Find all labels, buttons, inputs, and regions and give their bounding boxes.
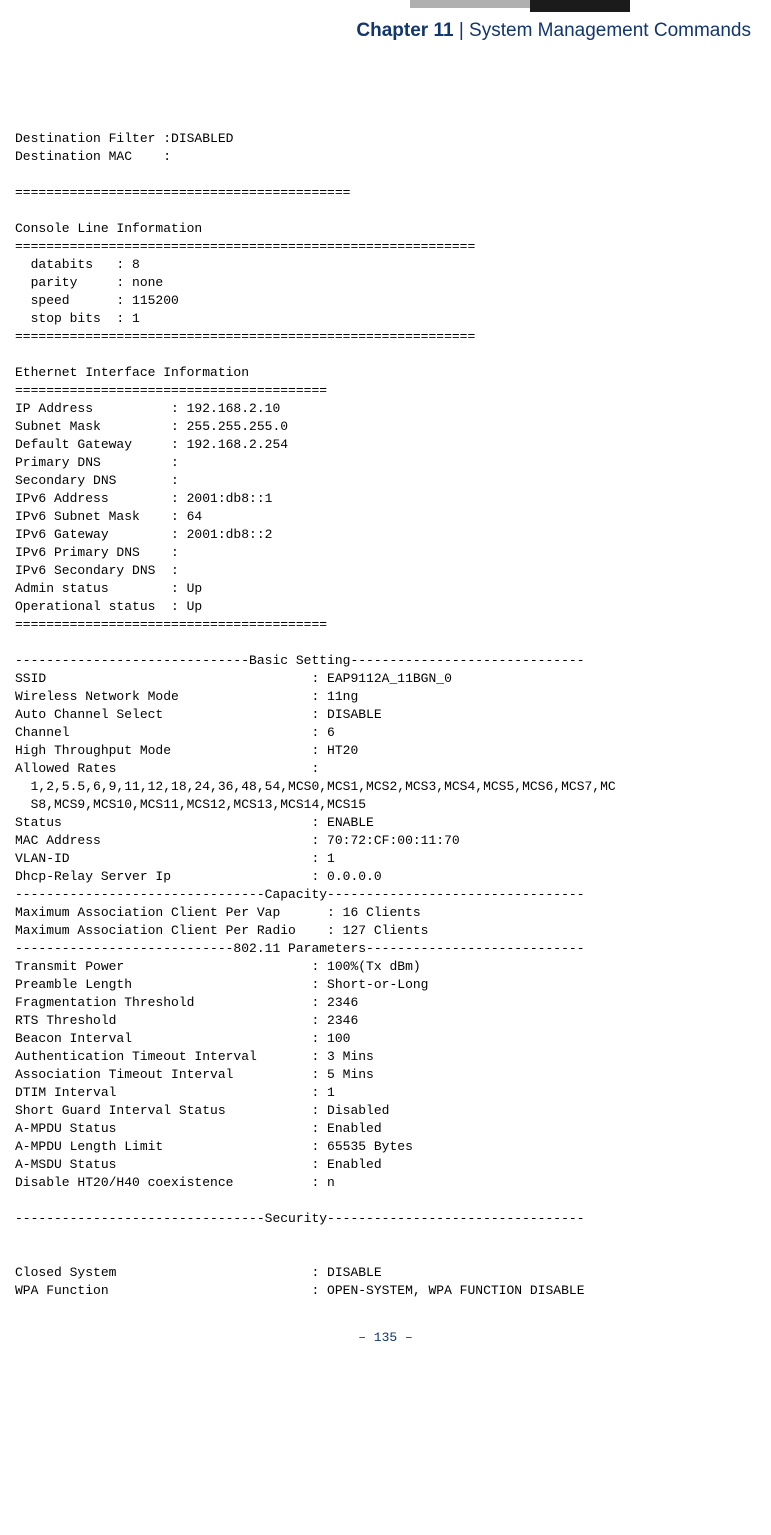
header-divider: | <box>454 20 470 41</box>
console-line: stop bits : 1 <box>15 311 140 326</box>
console-line: VLAN-ID : 1 <box>15 851 335 866</box>
console-line: RTS Threshold : 2346 <box>15 1013 358 1028</box>
console-line: High Throughput Mode : HT20 <box>15 743 358 758</box>
console-line: IP Address : 192.168.2.10 <box>15 401 280 416</box>
console-line: Subnet Mask : 255.255.255.0 <box>15 419 288 434</box>
console-line: IPv6 Subnet Mask : 64 <box>15 509 202 524</box>
console-line: Status : ENABLE <box>15 815 374 830</box>
console-line: Destination Filter :DISABLED <box>15 131 233 146</box>
console-line: A-MSDU Status : Enabled <box>15 1157 382 1172</box>
console-line: SSID : EAP9112A_11BGN_0 <box>15 671 452 686</box>
console-line: Beacon Interval : 100 <box>15 1031 350 1046</box>
top-gray-bar <box>410 0 530 8</box>
console-line: --------------------------------Capacity… <box>15 887 585 902</box>
console-line: Dhcp-Relay Server Ip : 0.0.0.0 <box>15 869 382 884</box>
console-line: Destination MAC : <box>15 149 171 164</box>
console-line: ----------------------------802.11 Param… <box>15 941 585 956</box>
console-line: Default Gateway : 192.168.2.254 <box>15 437 288 452</box>
chapter-number: Chapter 11 <box>356 20 453 41</box>
console-line: IPv6 Secondary DNS : <box>15 563 179 578</box>
console-line: Transmit Power : 100%(Tx dBm) <box>15 959 421 974</box>
console-line: MAC Address : 70:72:CF:00:11:70 <box>15 833 460 848</box>
console-line: Allowed Rates : <box>15 761 327 776</box>
console-line: 1,2,5.5,6,9,11,12,18,24,36,48,54,MCS0,MC… <box>15 779 616 794</box>
console-output: Destination Filter :DISABLED Destination… <box>0 42 771 1300</box>
console-line: Closed System : DISABLE <box>15 1265 382 1280</box>
console-line: WPA Function : OPEN-SYSTEM, WPA FUNCTION… <box>15 1283 585 1298</box>
console-line: Maximum Association Client Per Radio : 1… <box>15 923 428 938</box>
console-line: databits : 8 <box>15 257 140 272</box>
console-line: ========================================… <box>15 239 475 254</box>
page-header: Chapter 11 | System Management Commands <box>0 8 771 42</box>
console-line: parity : none <box>15 275 163 290</box>
console-line: Console Line Information <box>15 221 202 236</box>
console-line: Primary DNS : <box>15 455 179 470</box>
console-line: ========================================… <box>15 329 475 344</box>
console-line: ------------------------------Basic Sett… <box>15 653 585 668</box>
console-line: Admin status : Up <box>15 581 202 596</box>
console-line: Maximum Association Client Per Vap : 16 … <box>15 905 421 920</box>
console-line: IPv6 Primary DNS : <box>15 545 179 560</box>
console-line: Operational status : Up <box>15 599 202 614</box>
console-line: IPv6 Gateway : 2001:db8::2 <box>15 527 272 542</box>
console-line: Auto Channel Select : DISABLE <box>15 707 382 722</box>
console-line: Authentication Timeout Interval : 3 Mins <box>15 1049 374 1064</box>
console-line: Association Timeout Interval : 5 Mins <box>15 1067 374 1082</box>
console-line: S8,MCS9,MCS10,MCS11,MCS12,MCS13,MCS14,MC… <box>15 797 366 812</box>
console-line: Short Guard Interval Status : Disabled <box>15 1103 389 1118</box>
console-line: ========================================… <box>15 185 350 200</box>
console-line: ======================================== <box>15 617 327 632</box>
console-line: Preamble Length : Short-or-Long <box>15 977 428 992</box>
console-line: Secondary DNS : <box>15 473 179 488</box>
console-line: IPv6 Address : 2001:db8::1 <box>15 491 272 506</box>
console-line: Wireless Network Mode : 11ng <box>15 689 358 704</box>
chapter-title: System Management Commands <box>469 20 751 41</box>
console-line: Channel : 6 <box>15 725 335 740</box>
page-number: – 135 – <box>0 1300 771 1365</box>
console-line: --------------------------------Security… <box>15 1211 585 1226</box>
console-line: A-MPDU Length Limit : 65535 Bytes <box>15 1139 413 1154</box>
console-line: Ethernet Interface Information <box>15 365 249 380</box>
top-dark-bar <box>530 0 630 12</box>
console-line: A-MPDU Status : Enabled <box>15 1121 382 1136</box>
console-line: Disable HT20/H40 coexistence : n <box>15 1175 335 1190</box>
console-line: Fragmentation Threshold : 2346 <box>15 995 358 1010</box>
console-line: speed : 115200 <box>15 293 179 308</box>
console-line: ======================================== <box>15 383 327 398</box>
console-line: DTIM Interval : 1 <box>15 1085 335 1100</box>
